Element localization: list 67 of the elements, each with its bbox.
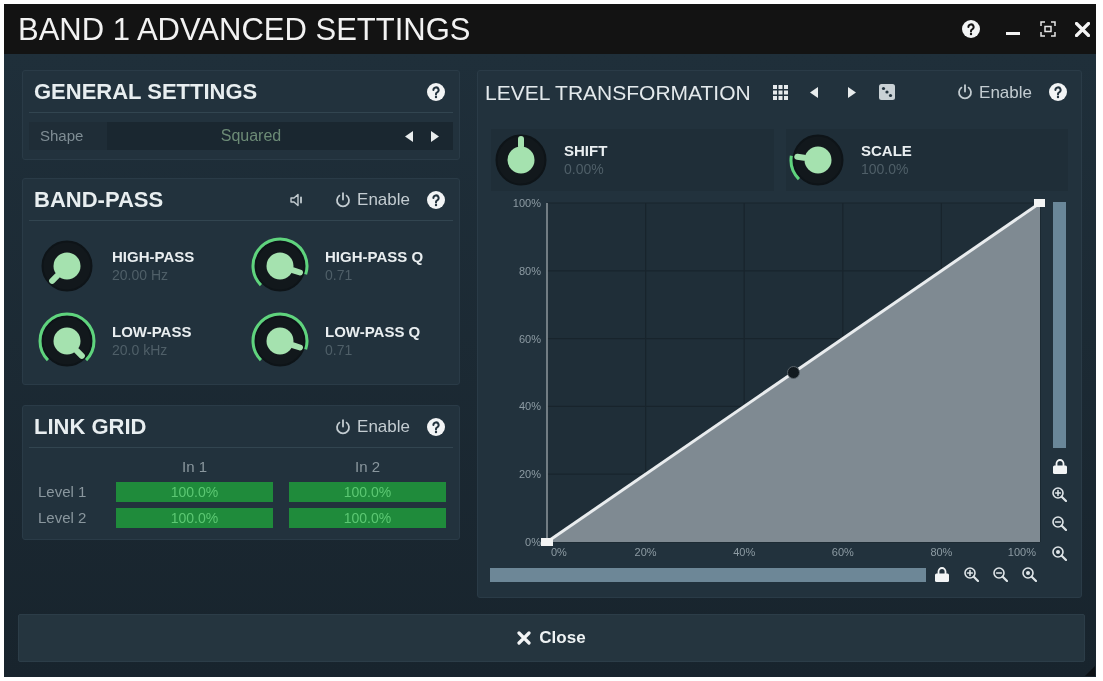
power-icon bbox=[335, 191, 352, 208]
y-tick-label: 60% bbox=[518, 332, 541, 345]
shape-dropdown[interactable]: Squared bbox=[107, 122, 395, 150]
enable-button[interactable]: Enable bbox=[957, 83, 1032, 101]
power-icon bbox=[957, 84, 974, 100]
column-header: In 1 bbox=[181, 458, 208, 476]
panel-title: LINK GRID bbox=[34, 415, 147, 438]
power-icon bbox=[335, 418, 352, 435]
curve-handle[interactable] bbox=[1034, 199, 1045, 207]
x-tick-label: 0% bbox=[551, 546, 567, 558]
help-icon[interactable] bbox=[427, 190, 445, 209]
help-icon[interactable] bbox=[1049, 83, 1067, 101]
lock-icon[interactable] bbox=[935, 567, 949, 582]
link-slider[interactable]: 100.0% bbox=[289, 482, 446, 502]
lock-icon[interactable] bbox=[1052, 459, 1067, 474]
knob-label: SHIFT bbox=[564, 141, 608, 161]
help-icon[interactable] bbox=[427, 417, 445, 436]
zoom-out-icon[interactable] bbox=[993, 567, 1008, 582]
zoom-in-icon[interactable] bbox=[1052, 487, 1067, 502]
help-icon[interactable] bbox=[427, 82, 445, 101]
close-icon bbox=[517, 631, 532, 645]
resize-grip-icon[interactable] bbox=[1085, 666, 1095, 676]
horizontal-scrollbar[interactable] bbox=[490, 567, 926, 582]
knob-label: HIGH-PASS Q bbox=[325, 247, 424, 267]
fullscreen-icon[interactable] bbox=[1040, 21, 1056, 37]
zoom-out-icon[interactable] bbox=[1052, 516, 1067, 531]
panel-title: LEVEL TRANSFORMATION bbox=[485, 81, 751, 103]
left-triangle-icon[interactable] bbox=[405, 130, 413, 142]
right-triangle-icon[interactable] bbox=[431, 130, 439, 142]
knob-label: SCALE bbox=[861, 141, 912, 161]
y-tick-label: 40% bbox=[518, 400, 541, 413]
x-tick-label: 40% bbox=[733, 546, 756, 558]
y-tick-label: 20% bbox=[518, 468, 541, 481]
magnifier-icon[interactable] bbox=[1052, 546, 1067, 561]
zoom-in-icon[interactable] bbox=[964, 567, 979, 582]
panel-title: BAND-PASS bbox=[34, 188, 164, 211]
left-triangle-icon[interactable] bbox=[809, 86, 818, 98]
x-tick-label: 80% bbox=[930, 546, 953, 558]
row-label: Level 2 bbox=[38, 508, 88, 528]
right-triangle-icon[interactable] bbox=[847, 86, 856, 98]
close-button[interactable]: Close bbox=[18, 614, 1085, 662]
knob-label: LOW-PASS Q bbox=[325, 322, 421, 342]
link-slider[interactable]: 100.0% bbox=[289, 508, 446, 528]
y-tick-label: 80% bbox=[518, 264, 541, 277]
y-tick-label: 100% bbox=[512, 199, 541, 209]
row-label: Level 1 bbox=[38, 482, 88, 502]
x-tick-label: 20% bbox=[634, 546, 657, 558]
knob-label: LOW-PASS bbox=[112, 322, 192, 342]
knob-label: HIGH-PASS bbox=[112, 247, 195, 267]
window-title: BAND 1 ADVANCED SETTINGS bbox=[18, 13, 471, 45]
x-tick-label: 60% bbox=[831, 546, 854, 558]
column-header: In 2 bbox=[354, 458, 381, 476]
magnifier-icon[interactable] bbox=[1022, 567, 1037, 582]
grid-icon[interactable] bbox=[772, 84, 788, 100]
dice-icon[interactable] bbox=[878, 84, 895, 100]
enable-button[interactable]: Enable bbox=[335, 191, 410, 208]
x-tick-label: 100% bbox=[1007, 546, 1036, 558]
shape-label: Shape bbox=[39, 125, 85, 146]
curve-handle[interactable] bbox=[541, 538, 553, 546]
y-tick-label: 0% bbox=[525, 536, 541, 548]
link-slider[interactable]: 100.0% bbox=[116, 482, 273, 502]
help-icon[interactable] bbox=[962, 20, 980, 38]
enable-button[interactable]: Enable bbox=[335, 418, 410, 435]
link-slider[interactable]: 100.0% bbox=[116, 508, 273, 528]
panel-title: GENERAL SETTINGS bbox=[34, 80, 258, 103]
vertical-scrollbar[interactable] bbox=[1053, 202, 1066, 448]
close-icon[interactable] bbox=[1075, 21, 1090, 37]
